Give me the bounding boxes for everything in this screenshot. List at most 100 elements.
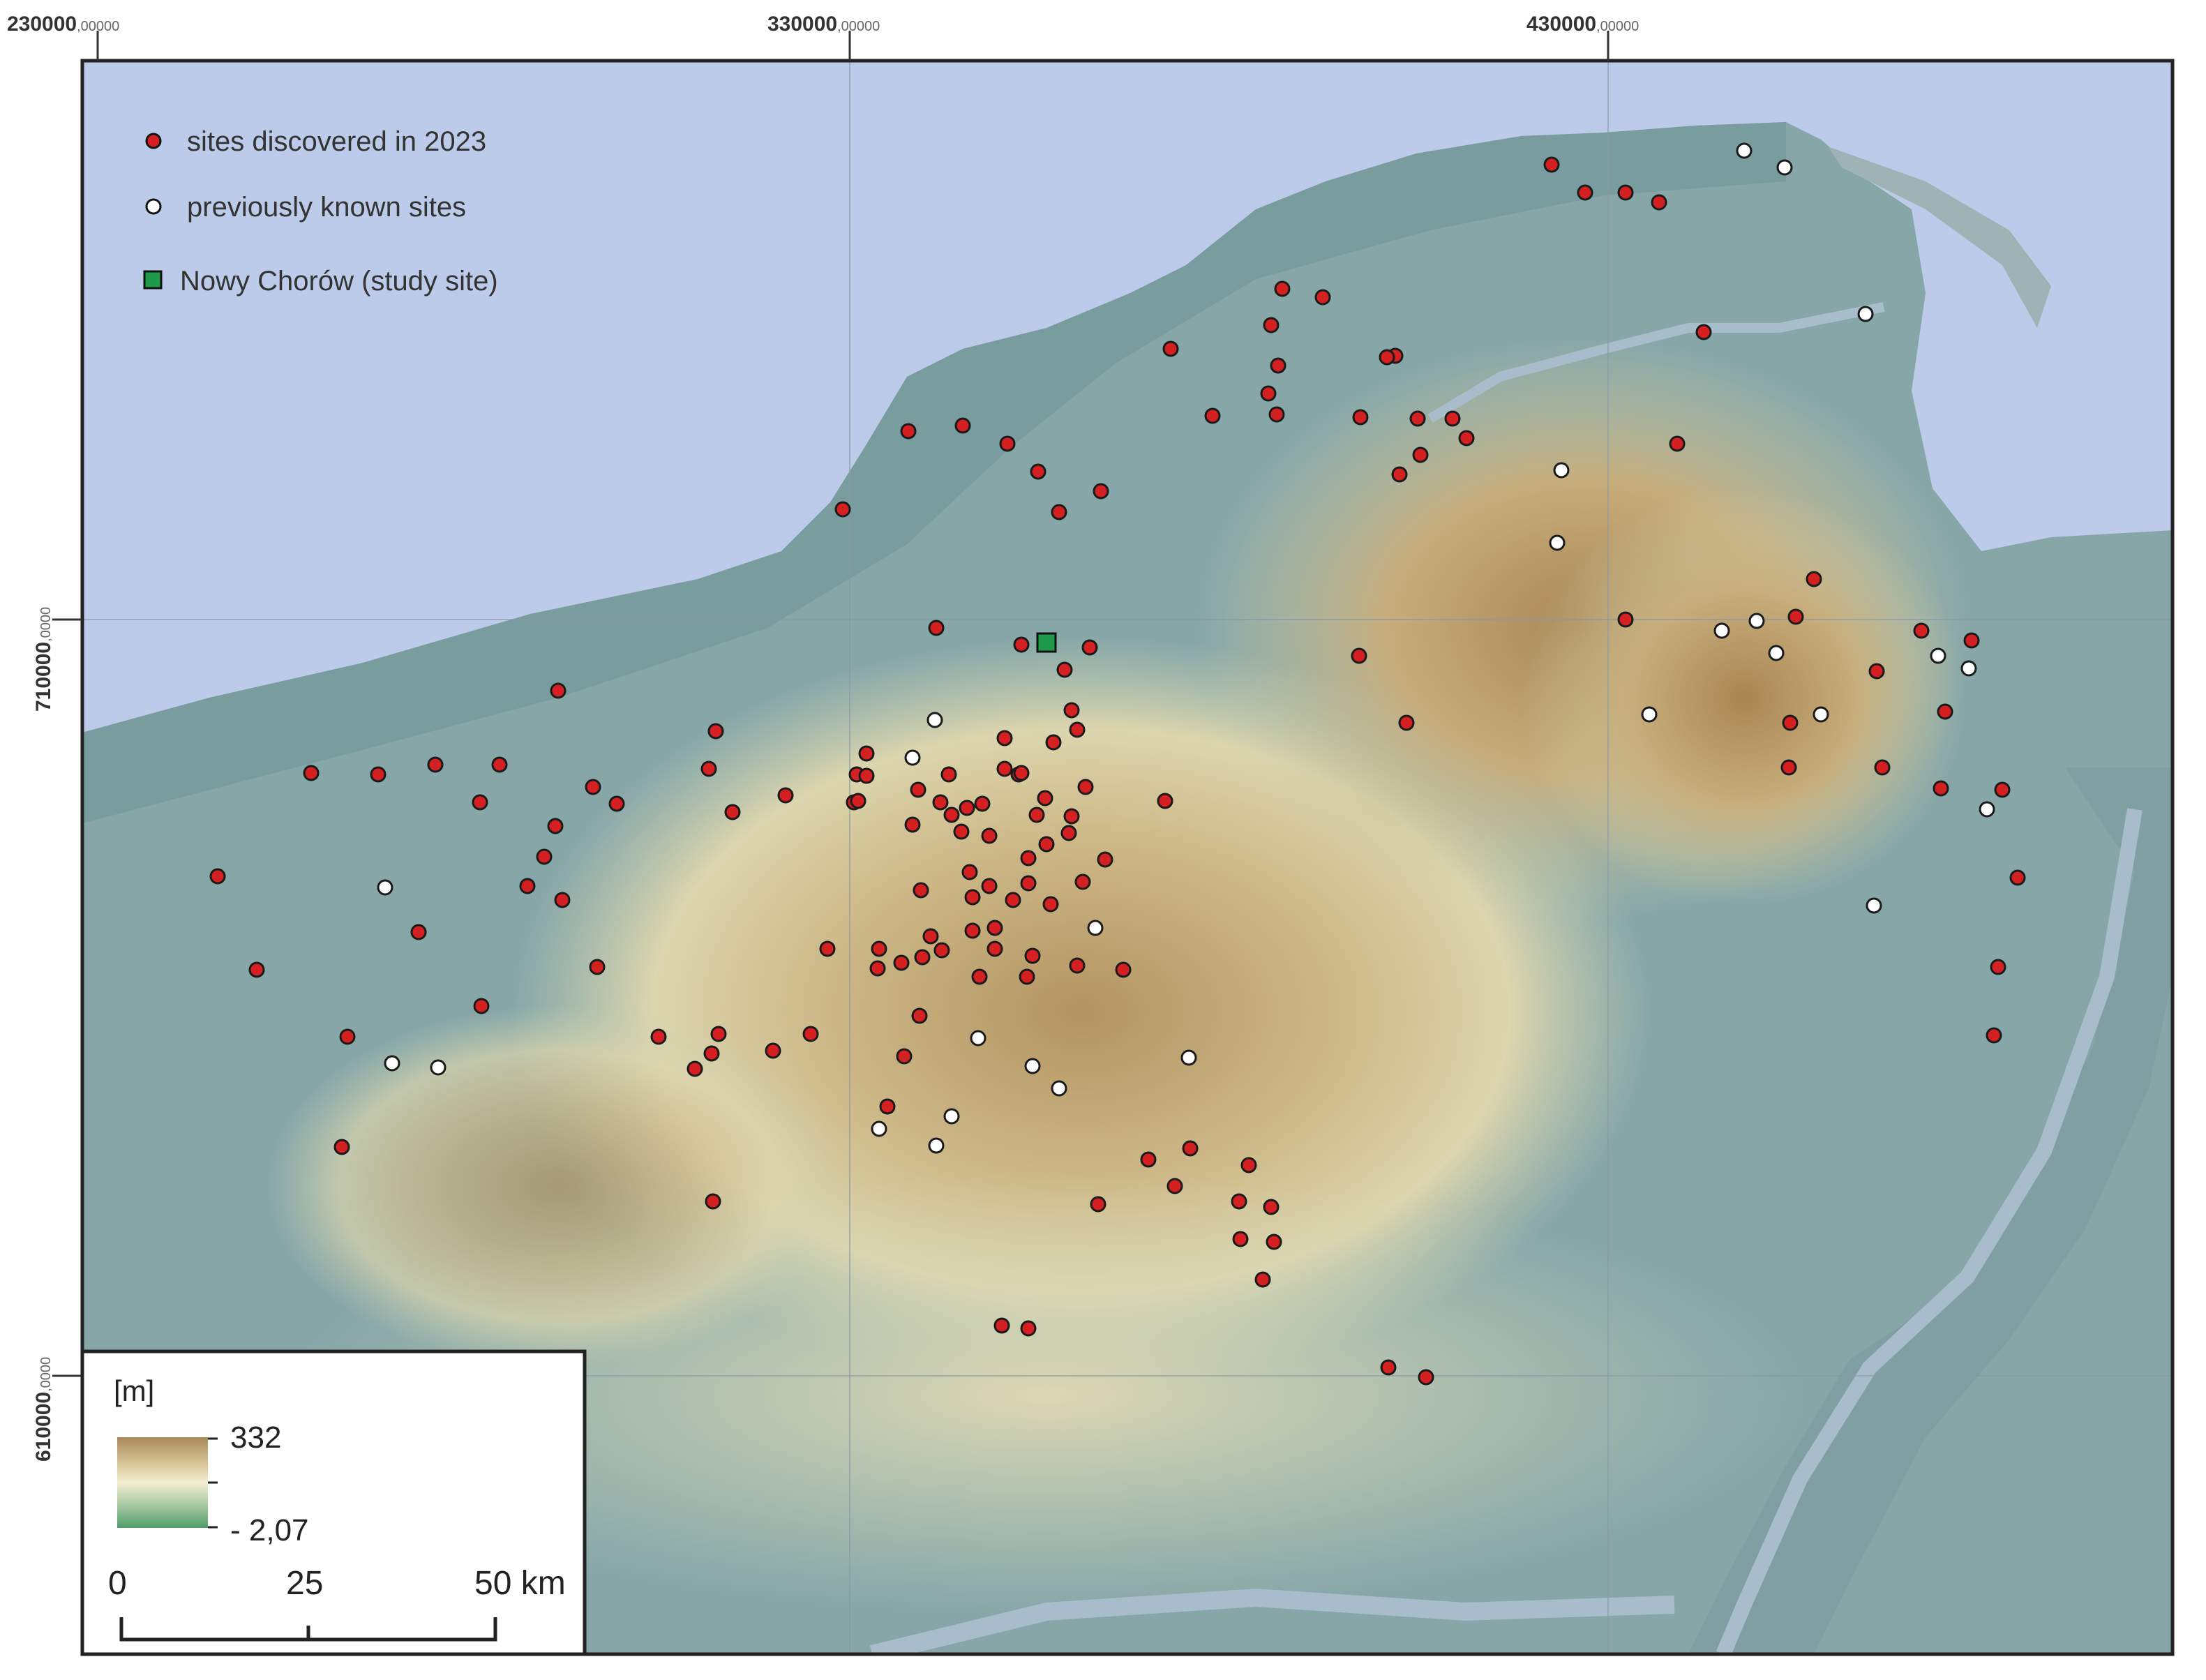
white-site-marker[interactable]: [1930, 647, 1946, 664]
red-site-marker[interactable]: [1412, 447, 1429, 463]
red-site-marker[interactable]: [1787, 608, 1804, 625]
red-site-marker[interactable]: [1115, 961, 1132, 978]
red-site-marker[interactable]: [1398, 714, 1415, 731]
white-site-marker[interactable]: [926, 712, 943, 728]
red-site-marker[interactable]: [519, 878, 536, 894]
red-site-marker[interactable]: [1045, 734, 1062, 751]
red-site-marker[interactable]: [953, 823, 970, 840]
red-site-marker[interactable]: [986, 920, 1003, 936]
red-site-marker[interactable]: [996, 730, 1013, 747]
white-site-marker[interactable]: [928, 1137, 945, 1154]
white-site-marker[interactable]: [943, 1108, 960, 1125]
red-site-marker[interactable]: [981, 827, 998, 844]
red-site-marker[interactable]: [1024, 947, 1041, 964]
red-site-marker[interactable]: [1933, 780, 1949, 797]
red-site-marker[interactable]: [1868, 663, 1885, 680]
red-site-marker[interactable]: [1380, 1359, 1397, 1376]
red-site-marker[interactable]: [1060, 825, 1077, 841]
red-site-marker[interactable]: [1063, 702, 1080, 719]
red-site-marker[interactable]: [339, 1028, 356, 1045]
white-site-marker[interactable]: [1641, 706, 1658, 723]
red-site-marker[interactable]: [981, 878, 998, 894]
red-site-marker[interactable]: [589, 959, 606, 975]
red-site-marker[interactable]: [700, 760, 717, 777]
red-site-marker[interactable]: [1090, 1196, 1106, 1213]
red-site-marker[interactable]: [1232, 1231, 1249, 1247]
white-site-marker[interactable]: [1960, 660, 1977, 677]
red-site-marker[interactable]: [900, 423, 917, 440]
red-site-marker[interactable]: [943, 807, 960, 823]
red-site-marker[interactable]: [1063, 808, 1080, 825]
red-site-marker[interactable]: [896, 1048, 913, 1065]
red-site-marker[interactable]: [777, 787, 794, 804]
red-site-marker[interactable]: [410, 924, 427, 940]
red-site-marker[interactable]: [914, 949, 931, 966]
white-site-marker[interactable]: [1813, 706, 1829, 723]
red-site-marker[interactable]: [1162, 340, 1179, 357]
red-site-marker[interactable]: [1543, 156, 1560, 173]
red-site-marker[interactable]: [1458, 430, 1475, 447]
white-site-marker[interactable]: [1713, 622, 1730, 639]
white-site-marker[interactable]: [1979, 801, 1995, 818]
red-site-marker[interactable]: [940, 766, 957, 783]
red-site-marker[interactable]: [303, 765, 320, 781]
red-site-marker[interactable]: [1990, 959, 2006, 975]
white-site-marker[interactable]: [384, 1055, 400, 1072]
red-site-marker[interactable]: [765, 1042, 781, 1059]
white-site-marker[interactable]: [1866, 897, 1882, 914]
red-site-marker[interactable]: [1042, 896, 1059, 913]
red-site-marker[interactable]: [1963, 632, 1980, 649]
white-site-marker[interactable]: [1748, 613, 1765, 629]
red-site-marker[interactable]: [1097, 851, 1113, 868]
red-site-marker[interactable]: [1069, 957, 1086, 974]
red-site-marker[interactable]: [472, 794, 488, 811]
red-site-marker[interactable]: [1074, 873, 1091, 890]
red-site-marker[interactable]: [1782, 714, 1799, 731]
red-site-marker[interactable]: [834, 501, 851, 518]
red-site-marker[interactable]: [491, 756, 508, 773]
red-site-marker[interactable]: [650, 1028, 667, 1045]
red-site-marker[interactable]: [1020, 850, 1037, 867]
red-site-marker[interactable]: [1994, 781, 2011, 798]
red-site-marker[interactable]: [1409, 410, 1426, 427]
red-site-marker[interactable]: [1204, 407, 1221, 424]
white-site-marker[interactable]: [871, 1120, 887, 1137]
red-site-marker[interactable]: [1157, 793, 1173, 809]
red-site-marker[interactable]: [550, 682, 566, 699]
red-site-marker[interactable]: [996, 760, 1013, 777]
red-site-marker[interactable]: [1695, 324, 1712, 340]
red-site-marker[interactable]: [879, 1098, 896, 1115]
red-site-marker[interactable]: [585, 779, 601, 795]
red-site-marker[interactable]: [1937, 703, 1953, 720]
red-site-marker[interactable]: [2009, 869, 2026, 886]
white-site-marker[interactable]: [1857, 306, 1874, 322]
red-site-marker[interactable]: [1780, 759, 1797, 776]
red-site-marker[interactable]: [1651, 194, 1667, 211]
red-site-marker[interactable]: [1266, 1233, 1282, 1250]
red-site-marker[interactable]: [1182, 1140, 1199, 1157]
red-site-marker[interactable]: [1352, 409, 1369, 426]
red-site-marker[interactable]: [964, 922, 981, 939]
red-site-marker[interactable]: [1270, 357, 1286, 374]
red-site-marker[interactable]: [686, 1060, 703, 1077]
study-site-marker[interactable]: [1036, 632, 1057, 653]
white-site-marker[interactable]: [970, 1030, 986, 1047]
red-site-marker[interactable]: [1874, 759, 1891, 776]
red-site-marker[interactable]: [1260, 385, 1277, 402]
red-site-marker[interactable]: [1231, 1193, 1247, 1210]
red-site-marker[interactable]: [858, 745, 875, 762]
red-site-marker[interactable]: [819, 940, 836, 957]
red-site-marker[interactable]: [554, 892, 571, 908]
red-site-marker[interactable]: [1013, 636, 1030, 653]
red-site-marker[interactable]: [707, 723, 724, 740]
red-site-marker[interactable]: [959, 800, 975, 816]
red-site-marker[interactable]: [913, 882, 929, 899]
red-site-marker[interactable]: [911, 1007, 928, 1024]
red-site-marker[interactable]: [1617, 611, 1634, 628]
white-site-marker[interactable]: [1736, 142, 1753, 159]
red-site-marker[interactable]: [710, 1026, 727, 1042]
white-site-marker[interactable]: [1768, 645, 1785, 661]
red-site-marker[interactable]: [1038, 836, 1055, 853]
red-site-marker[interactable]: [964, 889, 981, 906]
red-site-marker[interactable]: [705, 1193, 721, 1210]
